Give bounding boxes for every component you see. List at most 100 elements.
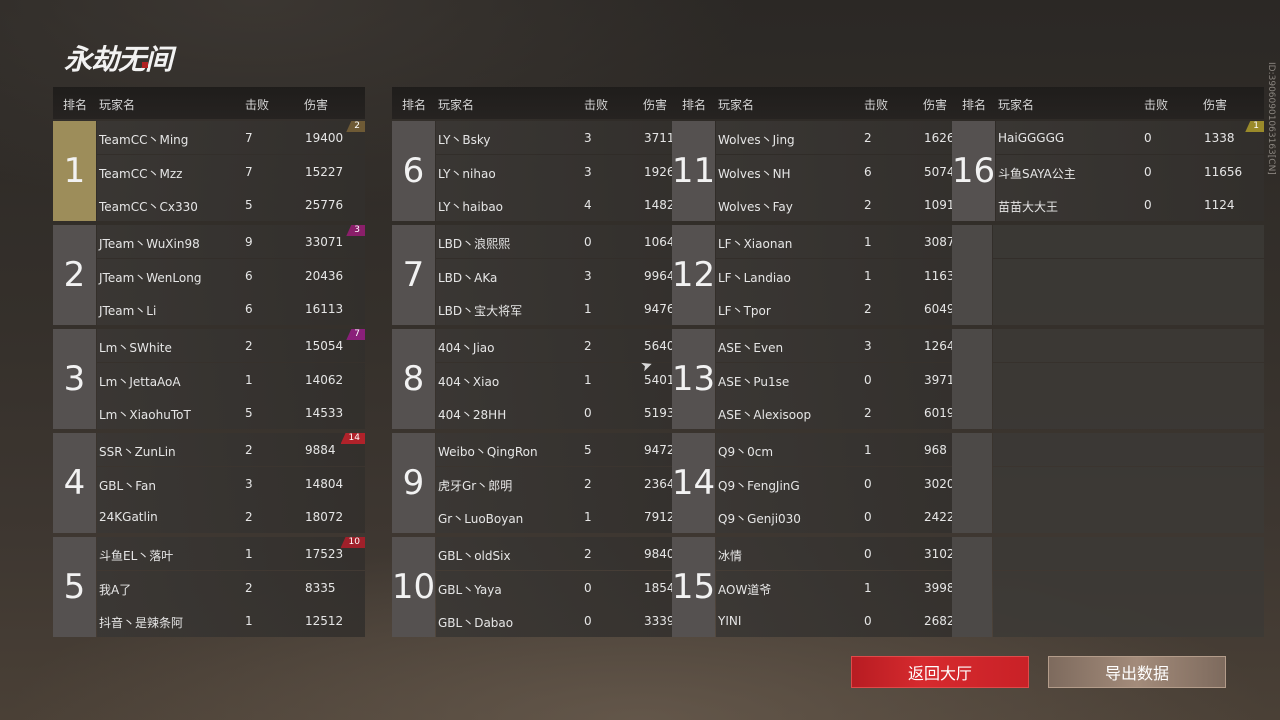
team-block: 7LBD丶浪熙熙0106434LBD丶AKa39964LBD丶宝大将军19476 [392, 225, 704, 325]
empty-row [993, 500, 1264, 533]
player-damage: 18072 [305, 510, 344, 524]
player-kills: 2 [245, 339, 253, 353]
player-row: 24KGatlin 2 18072 [97, 500, 365, 533]
player-damage: 14804 [305, 477, 344, 491]
player-row: TeamCC丶Ming 7 19400 2 [97, 121, 365, 154]
game-logo: 永劫无间 [64, 43, 173, 76]
player-damage: 17523 [305, 547, 344, 561]
empty-row [993, 363, 1264, 396]
player-name: 24KGatlin [99, 510, 158, 524]
team-player-rows: Wolves丶Jing21626615Wolves丶NH65074Wolves丶… [716, 121, 984, 221]
player-row: JTeam丶WuXin98 9 33071 3 [97, 225, 365, 258]
player-row: 404丶28HH 0 5193 [436, 396, 704, 429]
player-damage: 8335 [305, 581, 336, 595]
empty-team-slot [952, 225, 1264, 325]
player-name: LBD丶浪熙熙 [438, 237, 511, 251]
player-row: LBD丶浪熙熙0106434 [436, 225, 704, 258]
player-row: GBL丶Fan 3 14804 [97, 467, 365, 500]
team-block: 9Weibo丶QingRon594726虎牙Gr丶郎明223647Gr丶LuoB… [392, 433, 704, 533]
player-name: LY丶Bsky [438, 133, 491, 147]
player-row: YINI 0 2682 [716, 604, 984, 637]
player-name: ASE丶Pu1se [718, 375, 790, 389]
player-kills: 2 [584, 339, 592, 353]
header-player-name: 玩家名 [998, 98, 1035, 112]
team-player-rows: Weibo丶QingRon594726虎牙Gr丶郎明223647Gr丶LuoBo… [436, 433, 704, 533]
player-name: TeamCC丶Ming [99, 133, 189, 147]
player-damage: 968 [924, 443, 947, 457]
player-name: 虎牙Gr丶郎明 [438, 479, 513, 493]
player-row: Q9丶0cm196812 [716, 433, 984, 466]
empty-row [993, 292, 1264, 325]
empty-row [993, 571, 1264, 604]
team-block: 14Q9丶0cm196812Q9丶FengJinG03020Q9丶Genji03… [672, 433, 984, 533]
player-name: Lm丶XiaohuToT [99, 408, 191, 422]
player-damage: 1854 [644, 581, 675, 595]
team-block: 3 Lm丶SWhite 2 15054 7 Lm丶JettaAoA 1 14062 Lm丶Xia… [53, 329, 365, 429]
export-data-button[interactable]: 导出数据 [1048, 656, 1226, 688]
player-kills: 1 [584, 373, 592, 387]
empty-row [993, 396, 1264, 429]
player-name: 斗鱼SAYA公主 [998, 167, 1076, 181]
player-damage: 25776 [305, 198, 344, 212]
team-rank: 16 [952, 121, 995, 221]
team-player-rows: 404丶Jiao2564011404丶Xiao15401404丶28HH0519… [436, 329, 704, 429]
team-player-rows: HaiGGGGG 0 1338 1 斗鱼SAYA公主 0 11656 苗苗大大王 0 1124 [996, 121, 1264, 221]
player-kills: 1 [864, 235, 872, 249]
player-name: 苗苗大大王 [998, 200, 1059, 214]
player-damage: 6019 [924, 406, 955, 420]
player-row: 斗鱼SAYA公主 0 11656 [996, 155, 1264, 188]
team-player-rows: Lm丶SWhite 2 15054 7 Lm丶JettaAoA 1 14062 Lm丶Xiao… [97, 329, 365, 429]
team-player-rows: LF丶Xiaonan130875LF丶Landiao111638LF丶Tpor2… [716, 225, 984, 325]
player-name: LBD丶AKa [438, 271, 498, 285]
player-kills: 2 [245, 581, 253, 595]
header-damage: 伤害 [923, 98, 948, 112]
player-row: GBL丶Yaya 0 1854 [436, 571, 704, 604]
player-row: LF丶Xiaonan130875 [716, 225, 984, 258]
player-row: 我A了 2 8335 [97, 571, 365, 604]
team-block: 15冰情031028AOW道爷13998YINI02682 [672, 537, 984, 637]
player-name: Lm丶JettaAoA [99, 375, 181, 389]
match-id: ID:39060901063163[CN] [1266, 62, 1276, 175]
player-name: LY丶nihao [438, 167, 496, 181]
scoreboard-column: 排名玩家名击败伤害11Wolves丶Jing21626615Wolves丶NH6… [672, 87, 984, 637]
team-player-rows: ASE丶Even31264913ASE丶Pu1se03971ASE丶Alexis… [716, 329, 984, 429]
player-name: LY丶haibao [438, 200, 504, 214]
player-kills: 0 [864, 477, 872, 491]
team-player-rows: 斗鱼EL丶落叶 1 17523 10 我A了 2 8335 抖音丶是辣条阿 1 12512 [97, 537, 365, 637]
player-name: JTeam丶Li [99, 304, 157, 318]
return-lobby-button[interactable]: 返回大厅 [851, 656, 1029, 688]
placement-badge: 10 [340, 537, 365, 548]
player-damage: 1338 [1204, 131, 1235, 145]
header-kills: 击败 [1144, 98, 1169, 112]
player-kills: 0 [864, 510, 872, 524]
logo-seal-icon [142, 62, 148, 68]
player-kills: 1 [864, 269, 872, 283]
player-row: LF丶Tpor 2 6049 [716, 292, 984, 325]
player-kills: 6 [245, 269, 253, 283]
team-rank: 3 [53, 329, 96, 429]
player-row: ASE丶Pu1se 0 3971 [716, 363, 984, 396]
player-name: Q9丶0cm [718, 445, 774, 459]
team-rank: 5 [53, 537, 96, 637]
empty-rank-box [952, 225, 992, 325]
team-rank: 1 [53, 121, 96, 221]
header-player-name: 玩家名 [718, 98, 755, 112]
player-kills: 1 [864, 443, 872, 457]
player-damage: 2422 [924, 510, 955, 524]
player-damage: 2682 [924, 614, 955, 628]
player-row: Wolves丶NH 6 5074 [716, 155, 984, 188]
player-damage: 15227 [305, 165, 344, 179]
player-row: 抖音丶是辣条阿 1 12512 [97, 604, 365, 637]
empty-row [993, 604, 1264, 637]
player-kills: 9 [245, 235, 253, 249]
player-name: 斗鱼EL丶落叶 [99, 549, 174, 563]
empty-rank-box [952, 329, 992, 429]
team-player-rows: JTeam丶WuXin98 9 33071 3 JTeam丶WenLong 6 20436 J… [97, 225, 365, 325]
player-name: Lm丶SWhite [99, 341, 172, 355]
player-row: HaiGGGGG 0 1338 1 [996, 121, 1264, 154]
player-damage: 12512 [305, 614, 344, 628]
player-row: Wolves丶Jing21626615 [716, 121, 984, 154]
team-rank: 8 [392, 329, 435, 429]
column-header: 排名 玩家名 击败 伤害 [392, 87, 704, 119]
player-kills: 7 [245, 165, 253, 179]
